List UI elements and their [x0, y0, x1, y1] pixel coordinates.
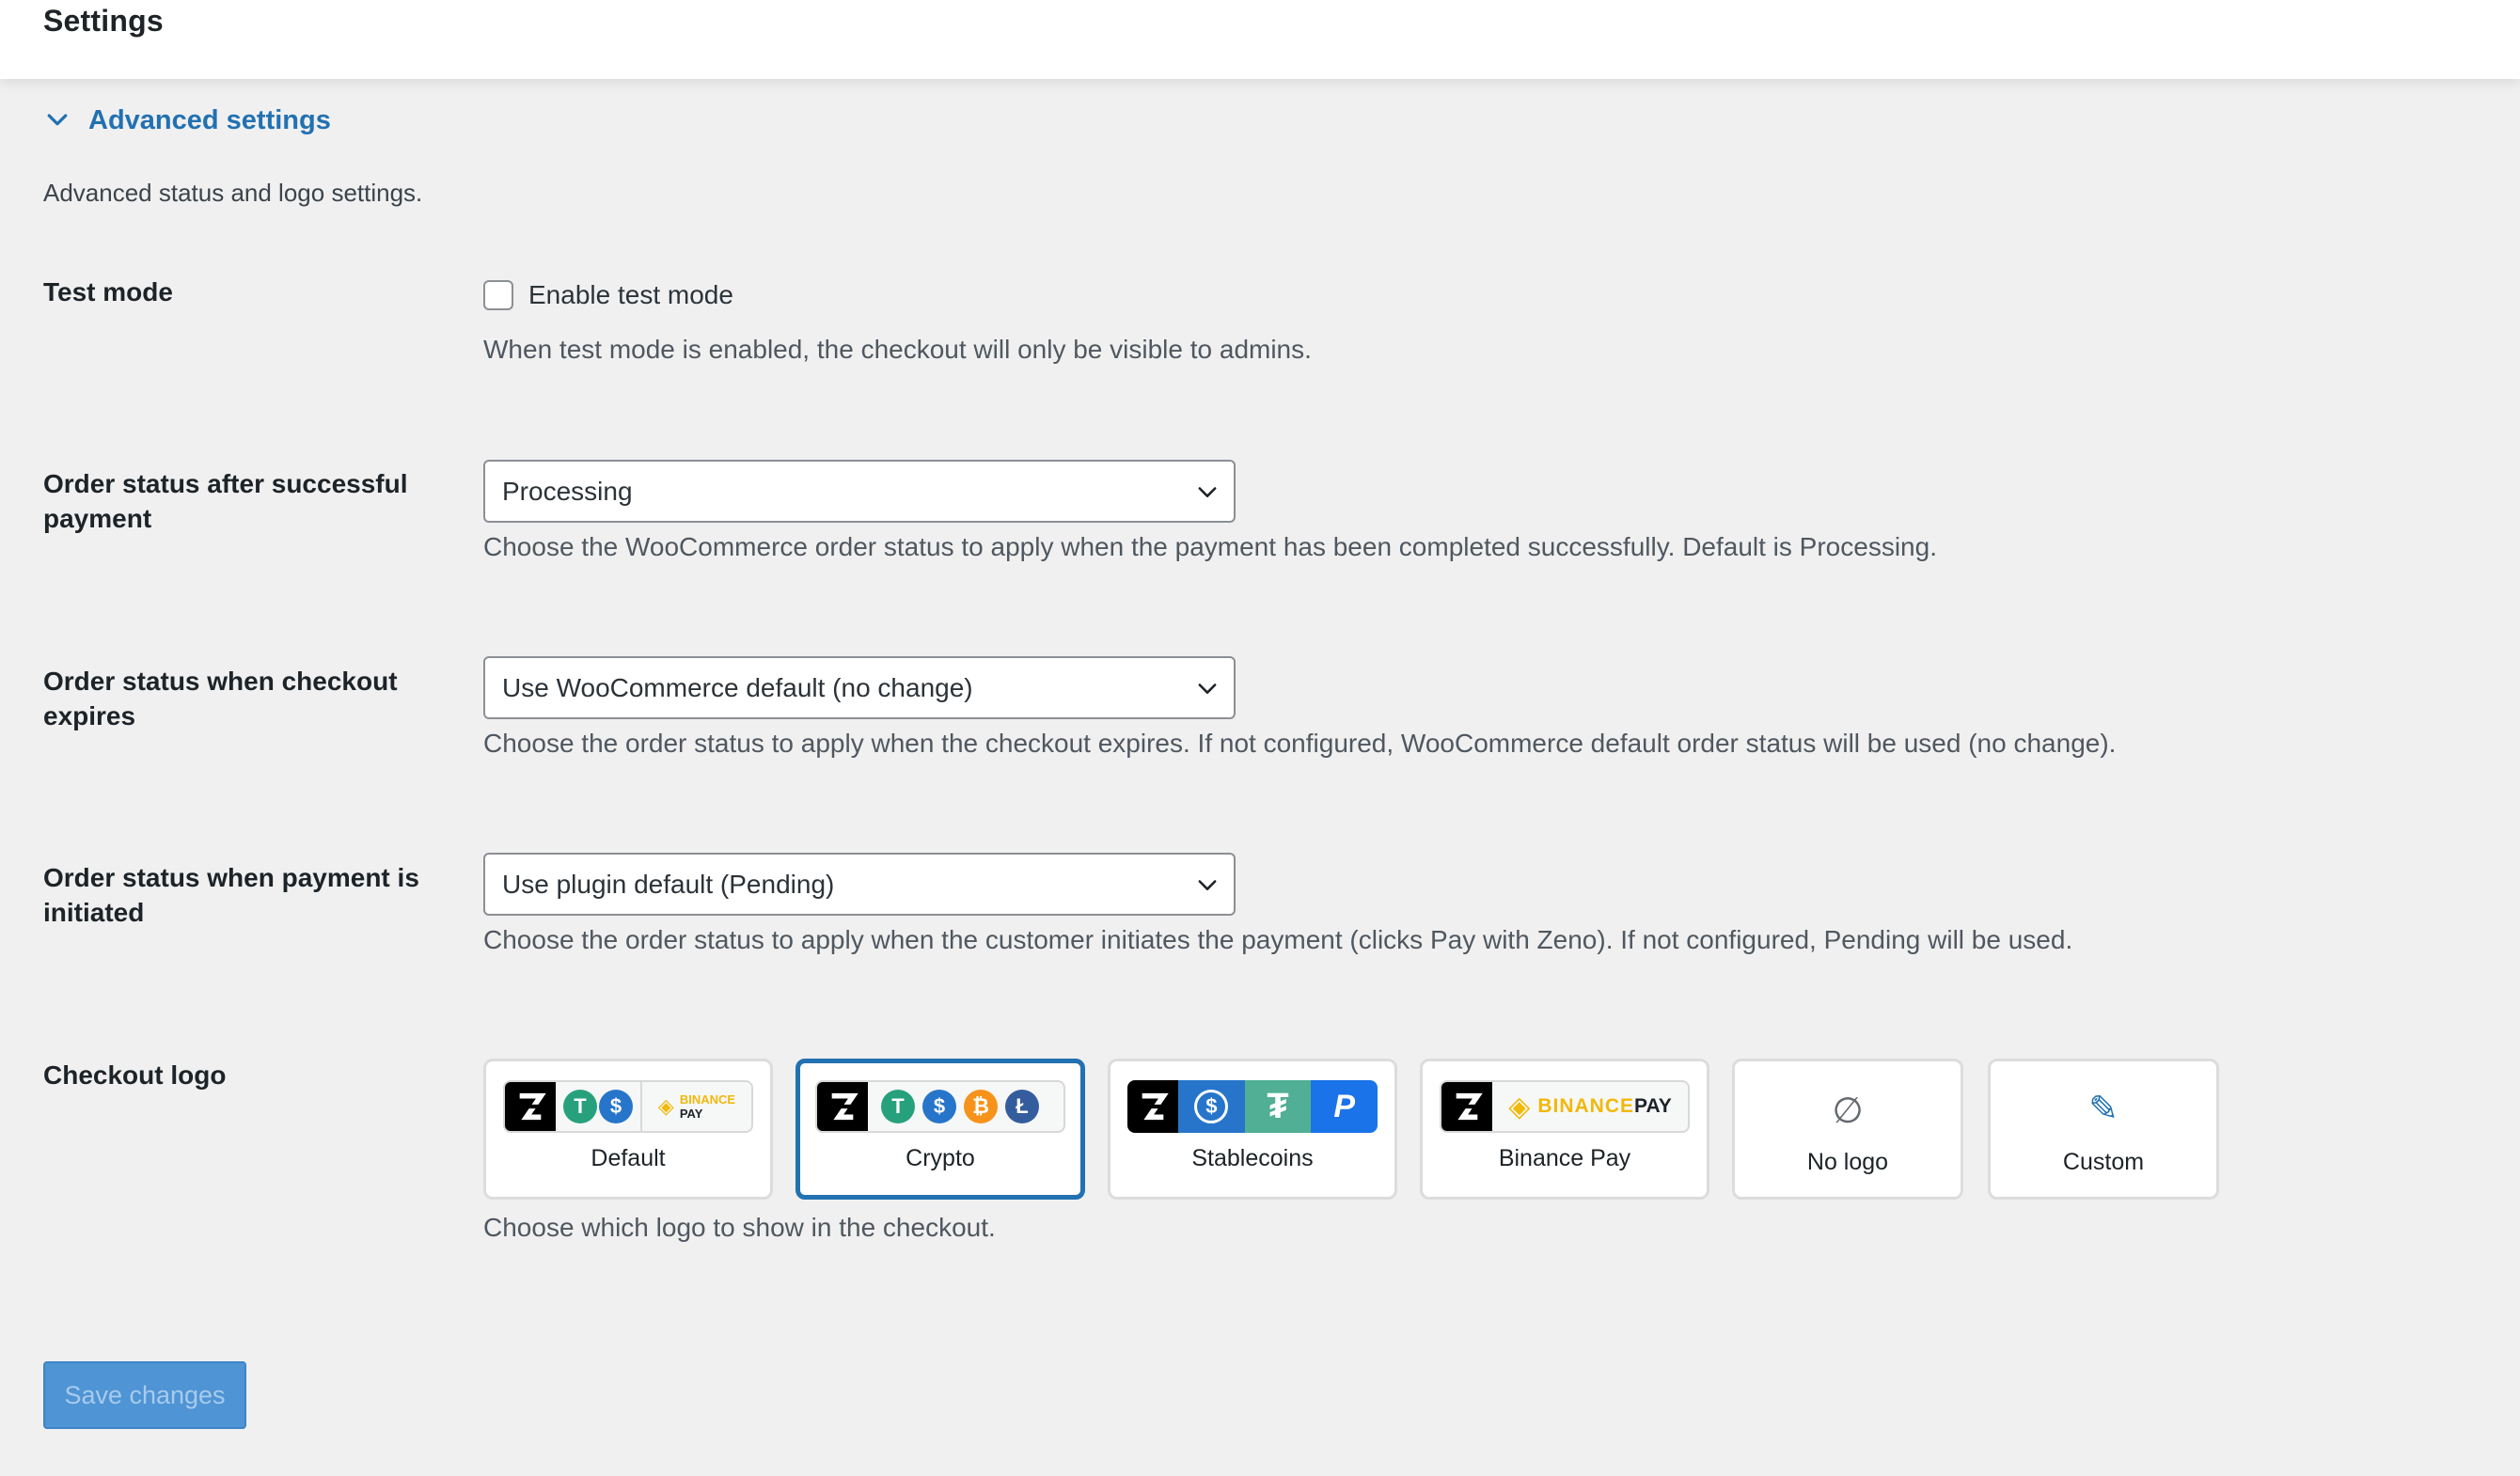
logo-option-label: Binance Pay [1498, 1145, 1631, 1171]
default-logo-strip: T $ ◈ BINANCE PAY [503, 1080, 753, 1133]
advanced-settings-toggle[interactable]: Advanced settings [43, 100, 331, 141]
logo-option-crypto[interactable]: T $ ₿ Ł Crypto [795, 1059, 1085, 1200]
chevron-down-icon [1198, 486, 1217, 497]
chevron-down-icon [47, 114, 68, 126]
paypal-usd-icon: P [1311, 1080, 1378, 1133]
tether-icon: T [881, 1090, 915, 1123]
advanced-settings-label: Advanced settings [88, 104, 331, 135]
logo-option-default[interactable]: T $ ◈ BINANCE PAY Default [483, 1059, 773, 1200]
binance-pay-icon: ◈ BINANCE PAY [1508, 1091, 1672, 1123]
usdc-icon: $ [1178, 1080, 1245, 1133]
tether-icon: T [563, 1090, 597, 1123]
logo-option-no-logo[interactable]: ∅ No logo [1732, 1059, 1963, 1200]
order-expires-value: Use WooCommerce default (no change) [502, 672, 973, 702]
chevron-down-icon [1198, 683, 1217, 694]
binance-pay-logo-strip: ◈ BINANCE PAY [1440, 1080, 1690, 1133]
order-success-value: Processing [502, 476, 633, 506]
order-initiated-label: Order status when payment is initiated [43, 863, 419, 927]
logo-option-custom[interactable]: ✎ Custom [1988, 1059, 2219, 1200]
pencil-icon: ✎ [2088, 1090, 2118, 1129]
usdc-icon: $ [922, 1090, 956, 1123]
order-success-help: Choose the WooCommerce order status to a… [483, 532, 1937, 561]
top-bar: Settings [0, 0, 2520, 79]
usdc-icon: $ [599, 1090, 633, 1123]
save-changes-button[interactable]: Save changes [43, 1361, 246, 1429]
test-mode-label: Test mode [43, 277, 173, 306]
order-success-select[interactable]: Processing [483, 460, 1236, 523]
checkout-logo-label: Checkout logo [43, 1060, 227, 1090]
zeno-logo-icon [1441, 1082, 1492, 1131]
logo-option-label: Stablecoins [1191, 1145, 1314, 1171]
crypto-logo-strip: T $ ₿ Ł [815, 1080, 1065, 1133]
logo-option-label: Default [591, 1145, 666, 1171]
checkout-logo-help: Choose which logo to show in the checkou… [483, 1213, 996, 1242]
tether-icon: ₮ [1244, 1080, 1312, 1133]
logo-option-binance-pay[interactable]: ◈ BINANCE PAY Binance Pay [1420, 1059, 1709, 1200]
litecoin-icon: Ł [1005, 1090, 1039, 1123]
no-logo-icon: ∅ [1832, 1091, 1864, 1131]
test-mode-checkbox-label[interactable]: Enable test mode [528, 280, 733, 310]
stablecoins-logo-strip: $ ₮ P [1127, 1080, 1378, 1133]
order-initiated-select[interactable]: Use plugin default (Pending) [483, 853, 1236, 916]
order-expires-label: Order status when checkout expires [43, 667, 398, 730]
order-expires-help: Choose the order status to apply when th… [483, 729, 2117, 758]
order-initiated-value: Use plugin default (Pending) [502, 869, 835, 899]
zeno-logo-icon [817, 1082, 868, 1131]
binance-pay-icon: ◈ BINANCE PAY [640, 1082, 751, 1131]
logo-option-label: Crypto [906, 1145, 975, 1171]
order-expires-select[interactable]: Use WooCommerce default (no change) [483, 656, 1236, 719]
test-mode-help: When test mode is enabled, the checkout … [483, 335, 1312, 364]
test-mode-checkbox-row[interactable]: Enable test mode [483, 278, 733, 312]
order-initiated-help: Choose the order status to apply when th… [483, 925, 2073, 954]
test-mode-checkbox[interactable] [483, 280, 513, 310]
page-title: Settings [43, 4, 164, 38]
logo-option-label: No logo [1806, 1149, 1889, 1175]
zeno-logo-icon [1127, 1080, 1178, 1133]
chevron-down-icon [1198, 879, 1217, 890]
order-success-label: Order status after successful payment [43, 469, 408, 533]
section-description: Advanced status and logo settings. [43, 179, 423, 207]
bitcoin-icon: ₿ [964, 1090, 998, 1123]
zeno-logo-icon [505, 1082, 556, 1131]
logo-option-stablecoins[interactable]: $ ₮ P Stablecoins [1108, 1059, 1397, 1200]
logo-option-label: Custom [2062, 1149, 2145, 1175]
